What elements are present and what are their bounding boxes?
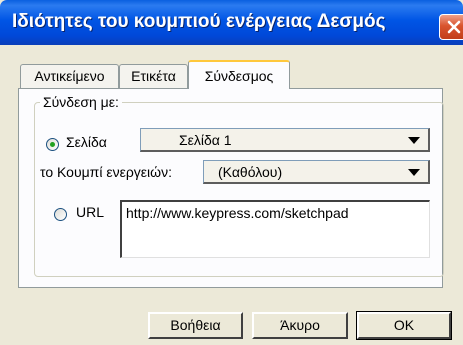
ok-button[interactable]: OK: [356, 311, 452, 340]
radio-selected-dot: [50, 142, 55, 147]
url-radio-label: URL: [76, 204, 105, 220]
url-input-value: http://www.keypress.com/sketchpad: [126, 205, 349, 221]
window-title: Ιδιότητες του κουμπιού ενέργειας Δεσμός: [12, 11, 386, 32]
title-bar[interactable]: Ιδιότητες του κουμπιού ενέργειας Δεσμός: [0, 0, 463, 45]
chevron-down-icon: [408, 169, 420, 176]
tab-object[interactable]: Αντικείμενο: [20, 64, 119, 88]
help-button[interactable]: Βοήθεια: [148, 312, 243, 339]
page-radio-label: Σελίδα: [66, 134, 107, 150]
page-select-value: Σελίδα 1: [179, 132, 232, 148]
page-radio[interactable]: [46, 138, 59, 151]
chevron-down-icon: [408, 137, 420, 144]
close-icon: [447, 20, 461, 34]
page-select[interactable]: Σελίδα 1: [140, 128, 430, 152]
close-button[interactable]: [439, 14, 463, 40]
action-select[interactable]: (Καθόλου): [203, 160, 430, 184]
cancel-button[interactable]: Άκυρο: [252, 312, 348, 339]
url-radio[interactable]: [54, 208, 67, 221]
tab-link[interactable]: Σύνδεσμος: [188, 60, 290, 89]
group-label: Σύνδεση με:: [40, 94, 122, 110]
tab-label[interactable]: Ετικέτα: [119, 64, 188, 88]
action-button-label: το Κουμπί ενεργειών:: [40, 164, 172, 180]
action-select-value: (Καθόλου): [218, 164, 283, 180]
url-input[interactable]: http://www.keypress.com/sketchpad: [120, 200, 430, 258]
